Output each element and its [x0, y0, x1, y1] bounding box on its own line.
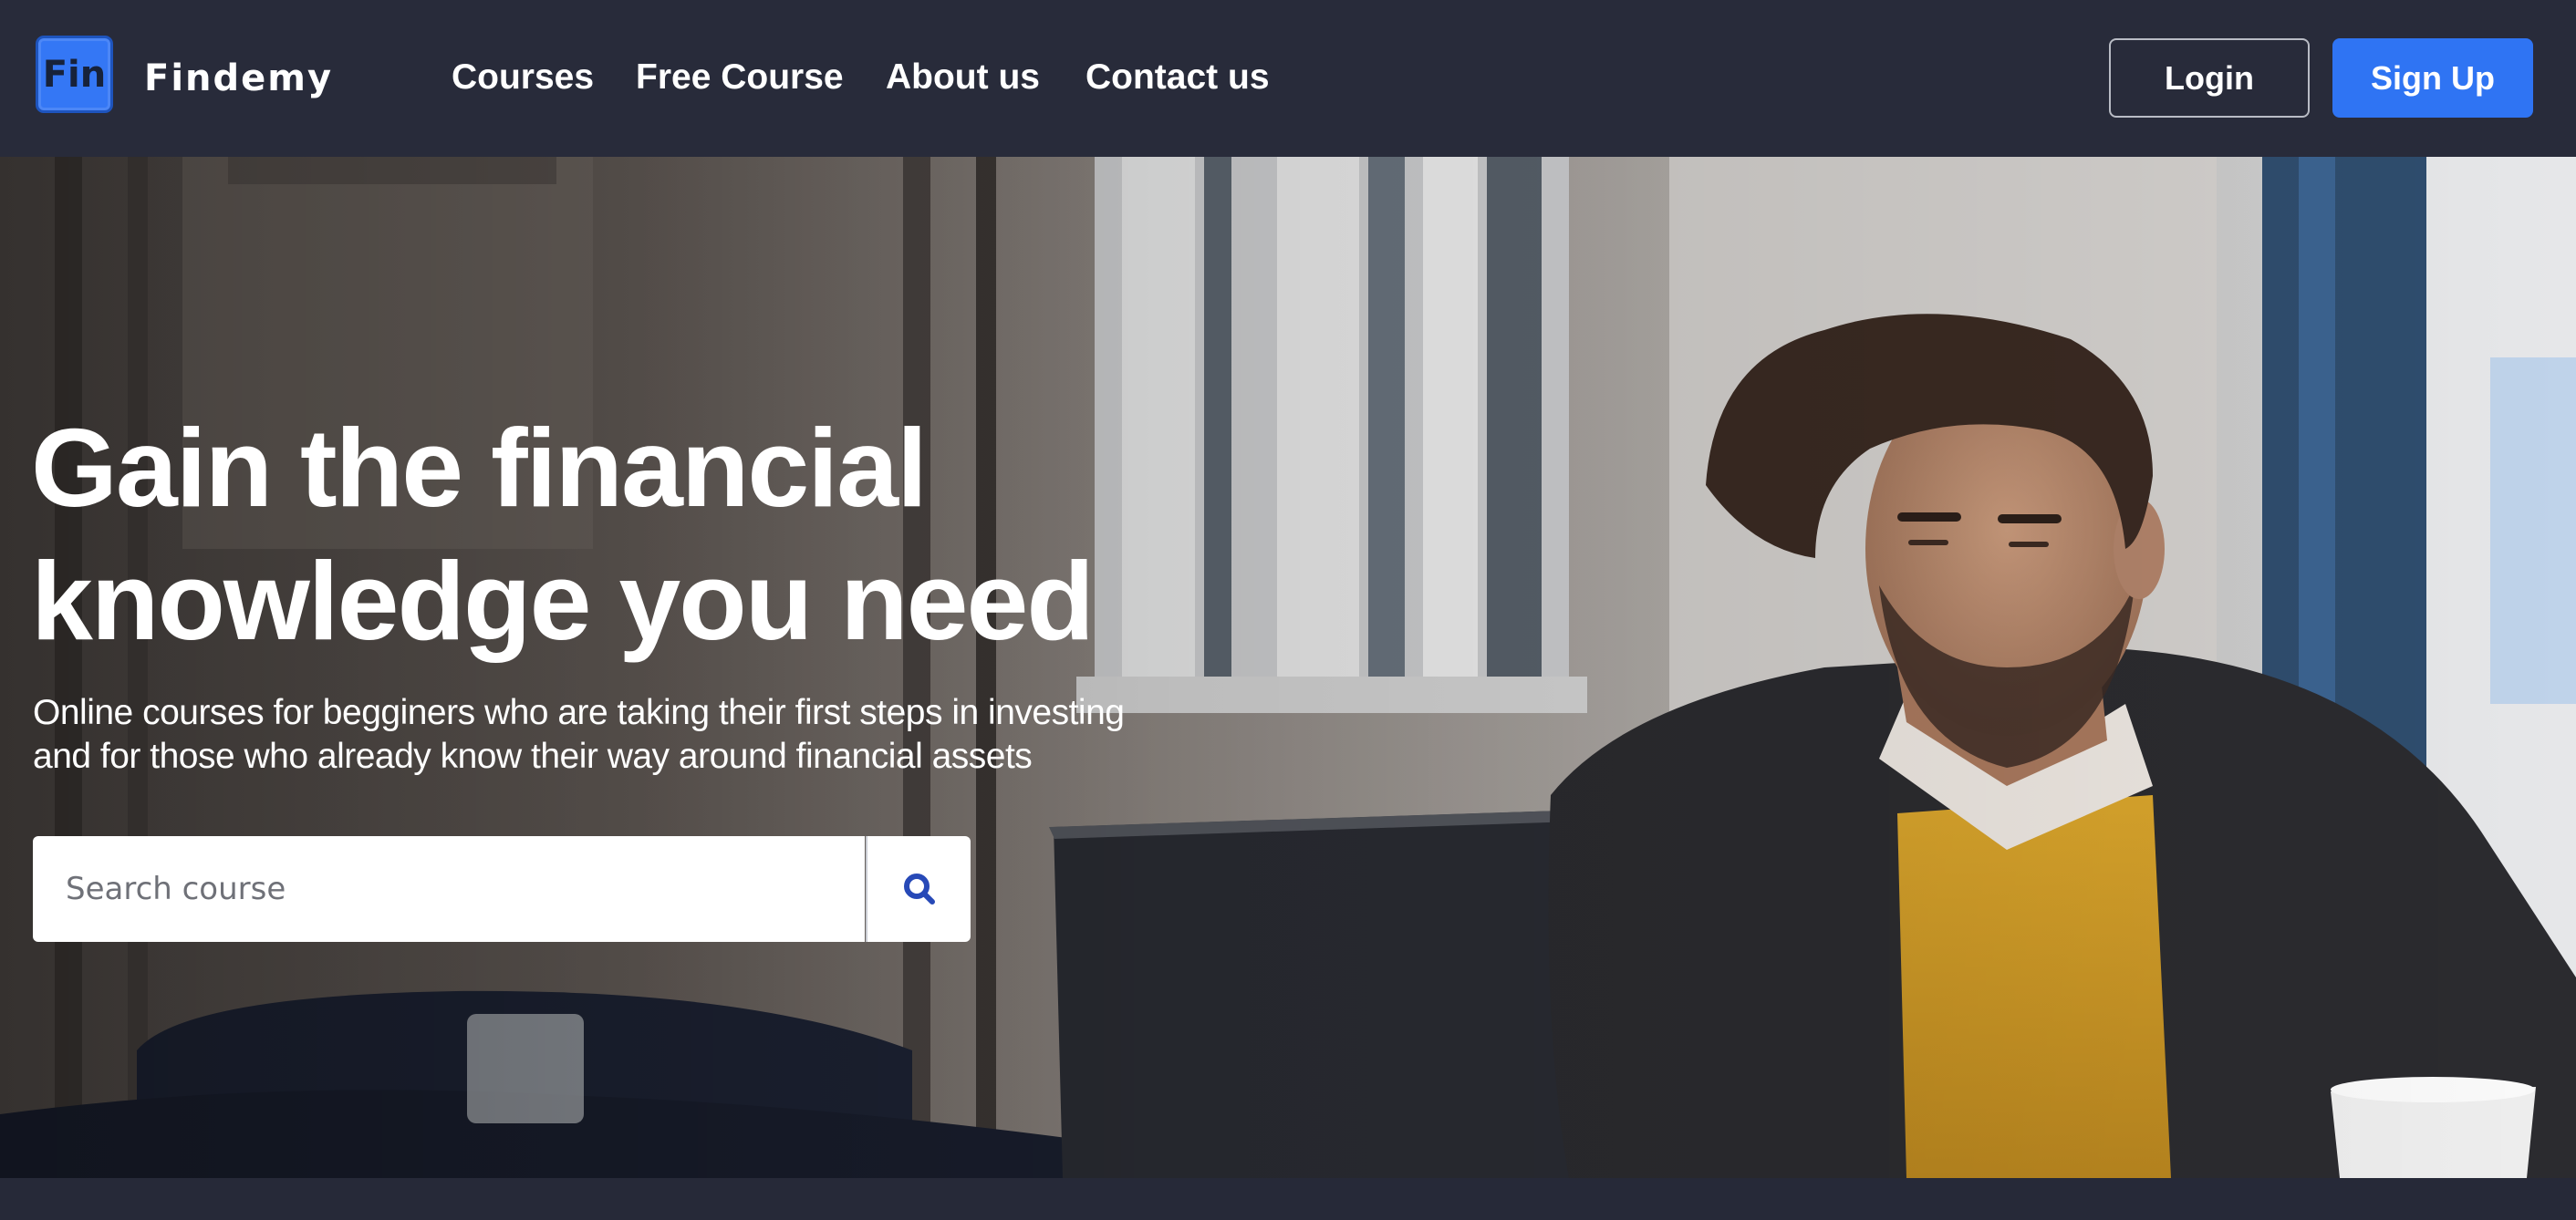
- nav-about-link[interactable]: About us: [886, 55, 1040, 100]
- logo[interactable]: Fin: [36, 36, 113, 113]
- hero-subtitle: Online courses for begginers who are tak…: [33, 691, 1125, 779]
- hero-subtitle-line-1: Online courses for begginers who are tak…: [33, 693, 1125, 732]
- login-button[interactable]: Login: [2109, 38, 2310, 118]
- nav-free-course-link[interactable]: Free Course: [636, 55, 844, 100]
- hero-background-photo: [0, 157, 2576, 1178]
- search-course-input[interactable]: [33, 836, 865, 942]
- hero-section: Gain the financial knowledge you need On…: [0, 157, 2576, 1178]
- nav-contact-link[interactable]: Contact us: [1085, 55, 1270, 100]
- page-bottom-band: [0, 1178, 2576, 1220]
- nav-courses-link[interactable]: Courses: [452, 55, 594, 100]
- brand-name[interactable]: Findemy: [144, 53, 333, 104]
- hero-title-line-2: knowledge you need: [31, 539, 1095, 663]
- hero-title: Gain the financial knowledge you need: [31, 401, 1095, 667]
- top-navbar: Fin Findemy Courses Free Course About us…: [0, 0, 2576, 157]
- search-button[interactable]: [866, 836, 971, 942]
- search-icon: [903, 874, 935, 905]
- hero-subtitle-line-2: and for those who already know their way…: [33, 737, 1033, 776]
- signup-button[interactable]: Sign Up: [2332, 38, 2533, 118]
- logo-text: Fin: [42, 53, 107, 96]
- hero-title-line-1: Gain the financial: [31, 406, 928, 530]
